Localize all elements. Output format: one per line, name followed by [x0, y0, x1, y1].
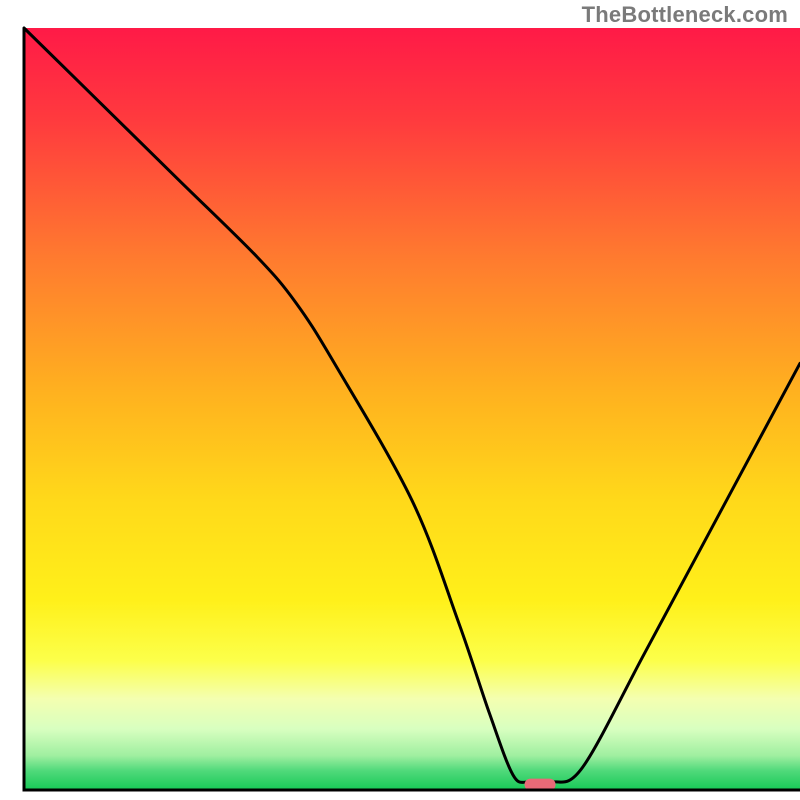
chart-container: TheBottleneck.com — [0, 0, 800, 800]
bottleneck-chart — [0, 0, 800, 800]
watermark-text: TheBottleneck.com — [582, 2, 788, 28]
